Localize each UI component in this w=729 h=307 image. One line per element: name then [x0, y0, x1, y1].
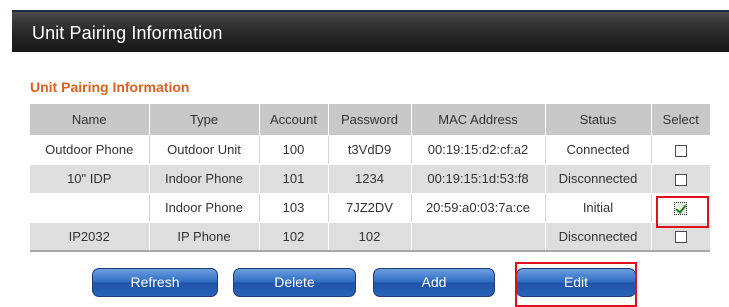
- unit-pairing-table: Name Type Account Password MAC Address S…: [30, 104, 710, 252]
- cell-type: Outdoor Unit: [148, 135, 260, 165]
- cell-name: Outdoor Phone: [30, 135, 150, 165]
- table-row[interactable]: IP2032 IP Phone 102 102 Disconnected: [30, 222, 710, 252]
- cell-account: 101: [258, 164, 329, 194]
- cell-status: Connected: [544, 135, 652, 165]
- cell-name: [30, 193, 150, 223]
- delete-button[interactable]: Delete: [233, 268, 356, 297]
- cell-status: Disconnected: [544, 164, 652, 194]
- column-header-mac-address: MAC Address: [410, 104, 546, 136]
- column-header-name: Name: [30, 104, 150, 136]
- cell-account: 103: [258, 193, 329, 223]
- cell-password: 7JZ2DV: [327, 193, 412, 223]
- cell-type: IP Phone: [148, 222, 260, 252]
- title-bar: Unit Pairing Information: [12, 10, 729, 52]
- cell-type: Indoor Phone: [148, 164, 260, 194]
- edit-button[interactable]: Edit: [516, 268, 636, 297]
- cell-account: 102: [258, 222, 329, 252]
- column-header-password: Password: [327, 104, 412, 136]
- cell-select: [650, 193, 710, 223]
- select-checkbox[interactable]: [674, 231, 687, 244]
- cell-mac-address: 20:59:a0:03:7a:ce: [410, 193, 546, 223]
- column-header-status: Status: [544, 104, 652, 136]
- cell-password: 102: [327, 222, 412, 252]
- cell-name: IP2032: [30, 222, 150, 252]
- add-button[interactable]: Add: [373, 268, 495, 297]
- table-row[interactable]: Indoor Phone 103 7JZ2DV 20:59:a0:03:7a:c…: [30, 193, 710, 223]
- cell-mac-address: 00:19:15:d2:cf:a2: [410, 135, 546, 165]
- select-checkbox[interactable]: [674, 202, 688, 216]
- section-heading: Unit Pairing Information: [30, 79, 190, 95]
- cell-select: [650, 135, 710, 165]
- cell-type: Indoor Phone: [148, 193, 260, 223]
- select-checkbox[interactable]: [674, 144, 687, 157]
- cell-password: 1234: [327, 164, 412, 194]
- cell-select: [650, 164, 710, 194]
- column-header-select: Select: [650, 104, 710, 136]
- cell-mac-address: 00:19:15:1d:53:f8: [410, 164, 546, 194]
- column-header-type: Type: [148, 104, 260, 136]
- cell-password: t3VdD9: [327, 135, 412, 165]
- cell-name: 10" IDP: [30, 164, 150, 194]
- cell-mac-address: [410, 222, 546, 252]
- cell-status: Disconnected: [544, 222, 652, 252]
- select-checkbox[interactable]: [674, 173, 687, 186]
- cell-select: [650, 222, 710, 252]
- cell-status: Initial: [544, 193, 652, 223]
- column-header-account: Account: [258, 104, 329, 136]
- table-row[interactable]: Outdoor Phone Outdoor Unit 100 t3VdD9 00…: [30, 135, 710, 165]
- window-title: Unit Pairing Information: [32, 23, 223, 43]
- cell-account: 100: [258, 135, 329, 165]
- table-row[interactable]: 10" IDP Indoor Phone 101 1234 00:19:15:1…: [30, 164, 710, 194]
- refresh-button[interactable]: Refresh: [92, 268, 218, 297]
- table-header-row: Name Type Account Password MAC Address S…: [30, 104, 710, 136]
